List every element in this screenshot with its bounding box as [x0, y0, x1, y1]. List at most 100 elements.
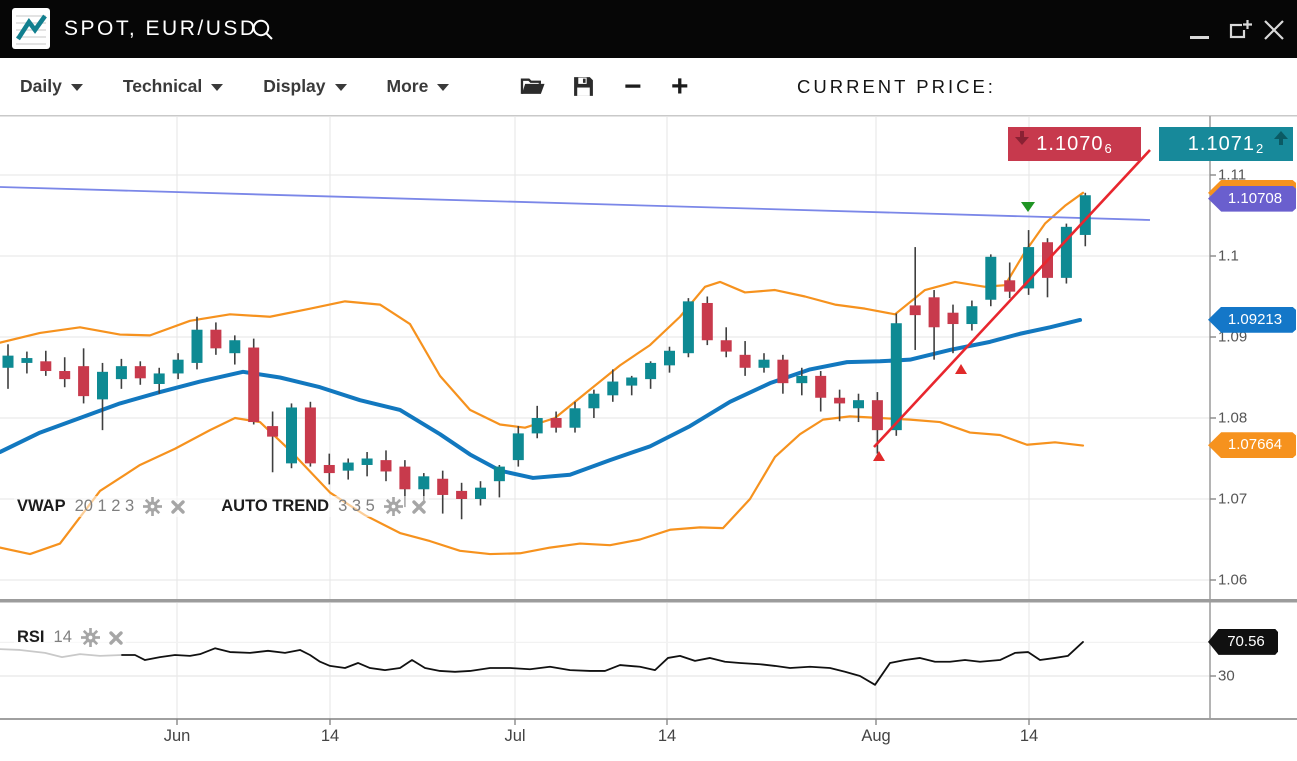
price-marker-badge: 1.07664: [1208, 432, 1296, 458]
auto-trend-remove-icon[interactable]: [412, 500, 426, 514]
rsi-value-badge: 70.56: [1208, 629, 1278, 655]
candle-down: [210, 330, 221, 349]
time-axis-tick-label: Jun: [164, 727, 191, 746]
close-icon[interactable]: [1263, 19, 1285, 46]
price-axis-tick-label: 1.1: [1218, 248, 1239, 265]
minimize-button[interactable]: [1190, 36, 1209, 39]
symbol-title: SPOT, EUR/USD: [64, 0, 258, 58]
candle-down: [1004, 280, 1015, 291]
candle-down: [929, 297, 940, 327]
candle-up: [891, 323, 902, 430]
candle-down: [399, 467, 410, 490]
time-axis-tick-label: Jul: [504, 727, 525, 746]
time-axis-tick-label: 14: [658, 727, 676, 746]
auto-trend-settings-gear-icon[interactable]: [384, 497, 403, 516]
candle-up: [494, 467, 505, 482]
save-floppy-icon[interactable]: [572, 58, 595, 115]
menu-group: Daily Technical Display More: [20, 58, 449, 115]
zoom-out-button[interactable]: −: [624, 58, 642, 115]
rsi-remove-icon[interactable]: [109, 631, 123, 645]
price-marker-badge: 1.10708: [1208, 186, 1296, 212]
candle-up: [966, 306, 977, 324]
rsi-axis-tick-label: 30: [1218, 668, 1235, 685]
rsi-indicator-params: 14: [54, 628, 72, 647]
candle-down: [305, 407, 316, 463]
candle-down: [324, 465, 335, 473]
candle-up: [796, 376, 807, 383]
candle-down: [78, 366, 89, 396]
time-axis-tick-label: 14: [321, 727, 339, 746]
price-axis-tick-label: 1.08: [1218, 410, 1247, 427]
vwap-remove-icon[interactable]: [171, 500, 185, 514]
candle-up: [343, 463, 354, 471]
candle-down: [948, 313, 959, 324]
resistance-trendline[interactable]: [0, 187, 1150, 220]
menu-more[interactable]: More: [387, 76, 450, 97]
candle-down: [437, 479, 448, 495]
window-titlebar: SPOT, EUR/USD: [0, 0, 1297, 58]
pane-divider[interactable]: [0, 599, 1297, 603]
candle-down: [551, 418, 562, 428]
candle-up: [532, 418, 543, 433]
open-folder-icon[interactable]: [520, 58, 546, 115]
candle-up: [116, 366, 127, 379]
chevron-down-icon: [437, 84, 449, 91]
candle-up: [286, 407, 297, 463]
panel-borders: [0, 116, 1297, 725]
candle-down: [721, 340, 732, 351]
candle-down: [135, 366, 146, 378]
zoom-in-button[interactable]: +: [671, 58, 689, 115]
sell-price-badge[interactable]: 1.10706: [1008, 127, 1141, 161]
candle-up: [21, 358, 32, 363]
buy-signal-marker: [873, 451, 885, 461]
rsi-legend-row: RSI 14: [14, 627, 126, 648]
candle-down: [740, 355, 751, 368]
candle-down: [248, 348, 259, 423]
candle-up: [985, 257, 996, 300]
chevron-down-icon: [335, 84, 347, 91]
candle-up: [3, 356, 14, 368]
candle-down: [910, 305, 921, 315]
candle-up: [588, 394, 599, 409]
auto-trend-indicator-label: AUTO TREND: [221, 497, 329, 516]
candle-down: [267, 426, 278, 437]
chevron-down-icon: [71, 84, 83, 91]
current-price-label: CURRENT PRICE:: [797, 58, 996, 115]
candle-up: [192, 330, 203, 363]
vwap-indicator-label: VWAP: [17, 497, 66, 516]
restore-popout-button[interactable]: [1229, 19, 1253, 46]
candle-up: [853, 400, 864, 408]
rsi-line: [122, 642, 1083, 685]
candle-down: [40, 361, 51, 371]
menu-display[interactable]: Display: [263, 76, 346, 97]
candle-up: [664, 351, 675, 366]
vwap-settings-gear-icon[interactable]: [143, 497, 162, 516]
candle-down: [815, 376, 826, 398]
candle-up: [513, 433, 524, 460]
chevron-down-icon: [211, 84, 223, 91]
time-axis-tick-label: Aug: [861, 727, 890, 746]
rsi-indicator-label: RSI: [17, 628, 45, 647]
candle-up: [626, 378, 637, 386]
sell-signal-marker: [1021, 202, 1035, 212]
candle-up: [418, 476, 429, 489]
price-axis-tick-label: 1.06: [1218, 572, 1247, 589]
time-axis-tick-label: 14: [1020, 727, 1038, 746]
candle-down: [456, 491, 467, 499]
price-axis-tick-label: 1.07: [1218, 491, 1247, 508]
vwap-indicator-params: 20 1 2 3: [75, 497, 135, 516]
buy-price-badge[interactable]: 1.10712: [1159, 127, 1293, 161]
candle-down: [381, 460, 392, 471]
candle-down: [834, 398, 845, 404]
candle-up: [97, 372, 108, 400]
candle-up: [759, 360, 770, 368]
candle-up: [475, 488, 486, 499]
search-icon[interactable]: [250, 17, 276, 48]
candle-down: [702, 303, 713, 340]
menu-daily[interactable]: Daily: [20, 76, 83, 97]
rsi-line-warmup: [0, 649, 122, 657]
app-logo: [12, 8, 50, 49]
menu-technical[interactable]: Technical: [123, 76, 223, 97]
candle-up: [229, 340, 240, 353]
rsi-settings-gear-icon[interactable]: [81, 628, 100, 647]
